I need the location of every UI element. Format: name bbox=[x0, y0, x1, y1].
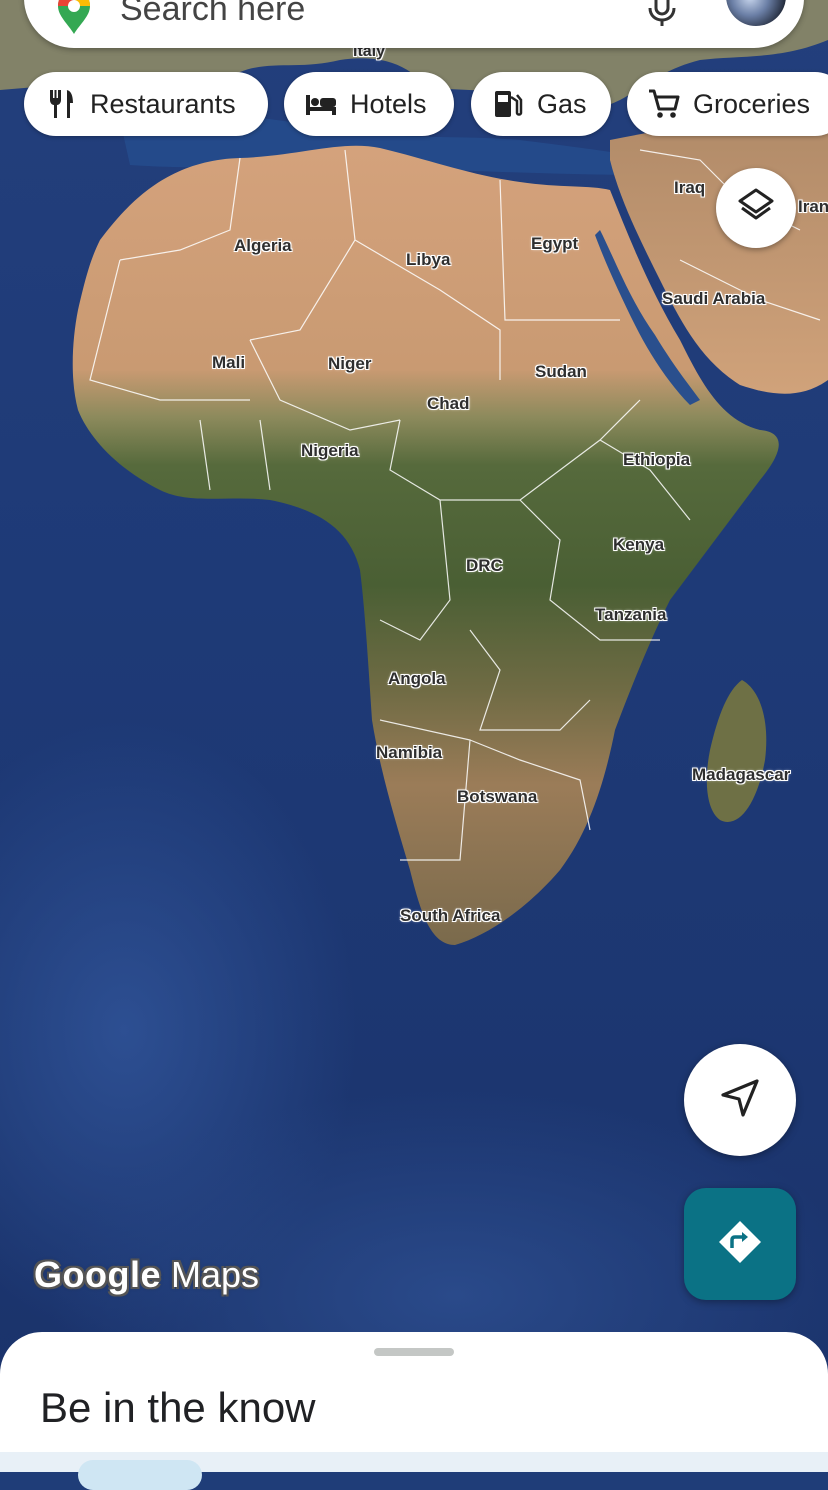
map-label-tanzania[interactable]: Tanzania bbox=[595, 605, 666, 625]
chip-hotels-label: Hotels bbox=[350, 88, 427, 119]
search-input[interactable]: Search here bbox=[120, 0, 305, 29]
chip-restaurants[interactable]: Restaurants bbox=[24, 72, 268, 136]
navigation-arrow-icon bbox=[719, 1077, 761, 1124]
map-label-angola[interactable]: Angola bbox=[388, 669, 446, 689]
map-label-ethiopia[interactable]: Ethiopia bbox=[623, 450, 690, 470]
chip-restaurants-label: Restaurants bbox=[90, 88, 236, 119]
map-label-namibia[interactable]: Namibia bbox=[376, 743, 442, 763]
google-maps-logo: Google Maps bbox=[34, 1254, 259, 1296]
map-label-nigeria[interactable]: Nigeria bbox=[301, 441, 359, 461]
google-maps-pin-icon bbox=[52, 0, 96, 36]
map-label-sudan[interactable]: Sudan bbox=[535, 362, 587, 382]
map-label-niger[interactable]: Niger bbox=[328, 354, 371, 374]
map-label-libya[interactable]: Libya bbox=[406, 250, 450, 270]
map-label-madagascar[interactable]: Madagascar bbox=[692, 765, 790, 785]
map-label-egypt[interactable]: Egypt bbox=[531, 234, 578, 254]
map-label-botswana[interactable]: Botswana bbox=[457, 787, 537, 807]
map-label-mali[interactable]: Mali bbox=[212, 353, 245, 373]
avatar[interactable] bbox=[726, 0, 786, 26]
fork-knife-icon bbox=[44, 87, 78, 121]
layers-button[interactable] bbox=[716, 168, 796, 248]
map-label-kenya[interactable]: Kenya bbox=[613, 535, 664, 555]
chip-groceries[interactable]: Groceries bbox=[627, 72, 828, 136]
map-label-south-africa[interactable]: South Africa bbox=[400, 906, 500, 926]
map-label-saudi-arabia[interactable]: Saudi Arabia bbox=[662, 289, 765, 309]
map-label-chad[interactable]: Chad bbox=[427, 394, 470, 414]
chip-gas[interactable]: Gas bbox=[471, 72, 611, 136]
chip-hotels[interactable]: Hotels bbox=[284, 72, 454, 136]
chip-groceries-label: Groceries bbox=[693, 88, 811, 119]
directions-button[interactable] bbox=[684, 1188, 796, 1300]
search-bar[interactable]: Search here bbox=[24, 0, 804, 48]
layers-icon bbox=[736, 186, 776, 231]
sheet-card-pill[interactable] bbox=[78, 1460, 202, 1490]
category-chips: Restaurants Hotels Gas Groceries bbox=[24, 72, 828, 136]
map-label-iran[interactable]: Iran bbox=[798, 197, 828, 217]
sheet-title: Be in the know bbox=[40, 1384, 316, 1431]
directions-icon bbox=[716, 1218, 764, 1271]
map-label-algeria[interactable]: Algeria bbox=[234, 236, 292, 256]
gas-pump-icon bbox=[491, 87, 525, 121]
drag-handle[interactable] bbox=[374, 1348, 454, 1356]
logo-google-text: Google bbox=[34, 1254, 161, 1295]
cart-icon bbox=[647, 87, 681, 121]
logo-maps-text: Maps bbox=[171, 1254, 260, 1295]
microphone-icon[interactable] bbox=[644, 0, 680, 28]
bed-icon bbox=[304, 87, 338, 121]
map-label-drc[interactable]: DRC bbox=[466, 556, 503, 576]
map-label-iraq[interactable]: Iraq bbox=[674, 178, 705, 198]
my-location-button[interactable] bbox=[684, 1044, 796, 1156]
chip-gas-label: Gas bbox=[537, 88, 587, 119]
bottom-sheet[interactable]: Be in the know bbox=[0, 1332, 828, 1490]
